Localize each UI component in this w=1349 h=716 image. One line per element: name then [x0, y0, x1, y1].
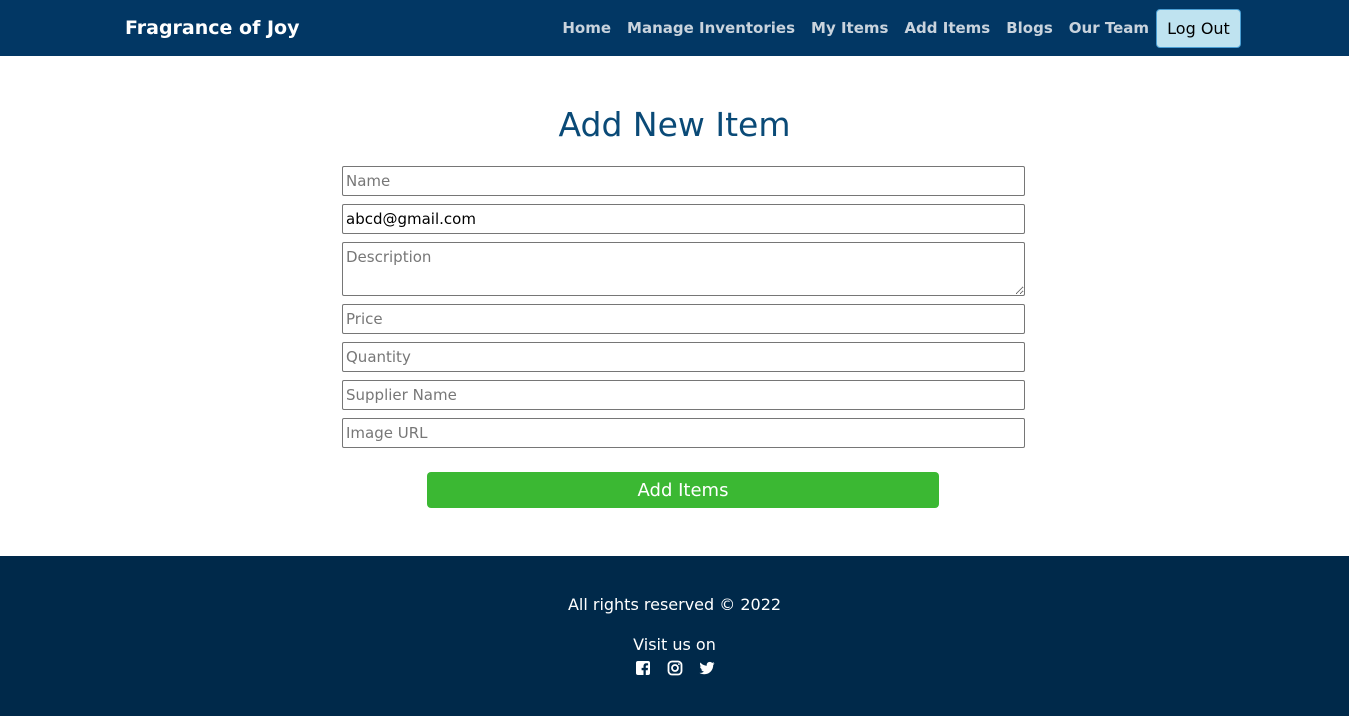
navbar: Fragrance of Joy Home Manage Inventories…: [0, 0, 1349, 56]
twitter-icon[interactable]: [699, 660, 715, 676]
visit-us-text: Visit us on: [633, 635, 716, 654]
nav-links: Home Manage Inventories My Items Add Ite…: [546, 0, 1149, 56]
instagram-icon[interactable]: [667, 660, 683, 676]
price-input[interactable]: [342, 304, 1025, 334]
page-title: Add New Item: [558, 105, 791, 144]
supplier-name-input[interactable]: [342, 380, 1025, 410]
nav-link-my-items[interactable]: My Items: [811, 19, 888, 37]
copyright-text: All rights reserved © 2022: [567, 595, 782, 614]
footer: All rights reserved © 2022 Visit us on: [0, 556, 1349, 716]
description-input[interactable]: [342, 242, 1025, 296]
facebook-icon[interactable]: [635, 660, 651, 676]
name-input[interactable]: [342, 166, 1025, 196]
image-url-input[interactable]: [342, 418, 1025, 448]
social-links: [0, 660, 1349, 676]
email-input[interactable]: [342, 204, 1025, 234]
add-items-button[interactable]: Add Items: [427, 472, 939, 508]
brand-logo[interactable]: Fragrance of Joy: [125, 16, 299, 40]
logout-button[interactable]: Log Out: [1156, 9, 1241, 48]
nav-link-our-team[interactable]: Our Team: [1069, 19, 1149, 37]
nav-link-blogs[interactable]: Blogs: [1006, 19, 1053, 37]
quantity-input[interactable]: [342, 342, 1025, 372]
nav-link-add-items[interactable]: Add Items: [904, 19, 990, 37]
nav-link-manage-inventories[interactable]: Manage Inventories: [627, 19, 795, 37]
nav-link-home[interactable]: Home: [562, 19, 611, 37]
